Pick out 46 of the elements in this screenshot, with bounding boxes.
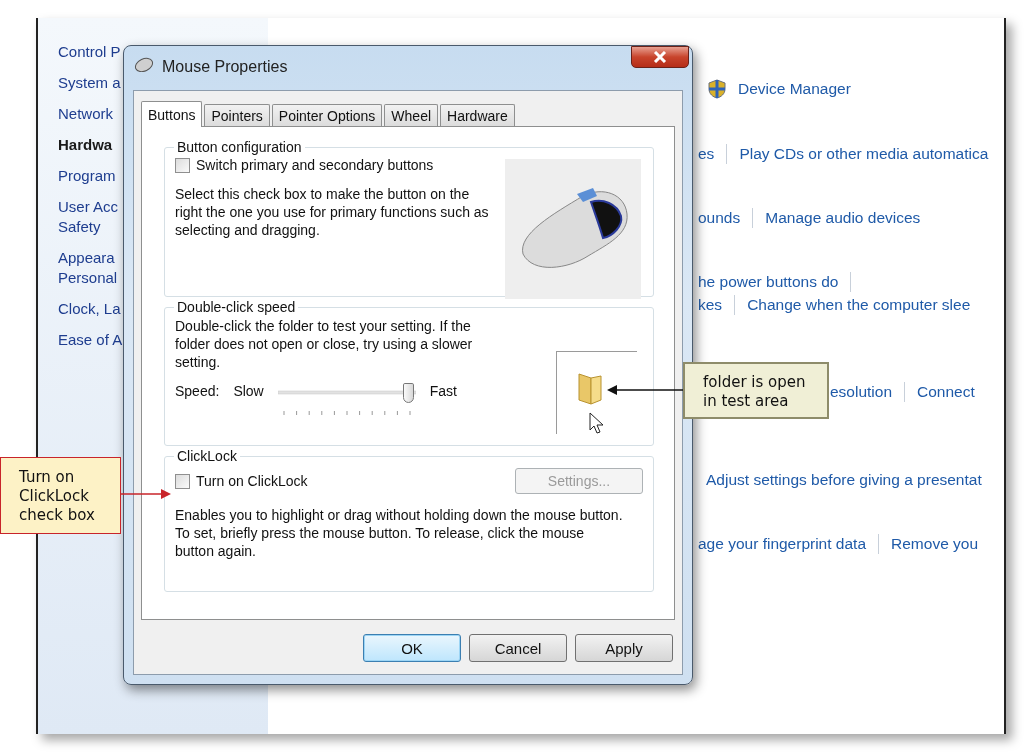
folder-icon[interactable] (575, 370, 603, 406)
task-link[interactable]: Change when the computer slee (747, 296, 971, 314)
checkbox-label[interactable]: Turn on ClickLock (196, 473, 308, 489)
tab[interactable]: Pointers (204, 104, 270, 126)
speed-label: Speed: (175, 383, 220, 399)
group-title: ClickLock (176, 448, 238, 464)
fast-label: Fast (429, 383, 457, 399)
dialog-button[interactable]: Apply (575, 634, 673, 662)
description-text: Enables you to highlight or drag without holding down the mouse button. To set, briefly press the mouse button. To release, click the mouse button again. (175, 506, 624, 560)
task-link[interactable]: Connect (917, 383, 975, 401)
task-link[interactable]: age your fingerprint data (698, 535, 867, 553)
task-link[interactable]: es (698, 145, 715, 163)
task-link[interactable]: kes (698, 296, 723, 314)
group-title: Double-click speed (176, 299, 297, 315)
task-link[interactable]: Device Manager (738, 80, 851, 98)
callout: Turn on ClickLock check box (0, 457, 121, 534)
task-link[interactable]: Remove you (891, 535, 979, 553)
task-link[interactable]: Adjust settings before giving a presentat (706, 471, 982, 489)
task-link[interactable]: Manage audio devices (765, 209, 921, 227)
group-title: Button configuration (176, 139, 303, 155)
description-text: Double-click the folder to test your setting. If the folder does not open or close, try using a slower setting. (175, 317, 474, 371)
dialog-button[interactable]: Cancel (469, 634, 567, 662)
shield-icon (708, 79, 726, 99)
tab[interactable]: Wheel (384, 104, 439, 126)
cursor-icon (589, 412, 605, 436)
tab[interactable]: Pointer Options (271, 104, 383, 126)
close-icon (653, 51, 667, 63)
dialog-button[interactable]: OK (363, 634, 461, 662)
slow-label: Slow (233, 383, 264, 399)
checkbox[interactable] (175, 473, 190, 489)
task-link[interactable]: ounds (698, 209, 741, 227)
task-link[interactable]: Play CDs or other media automatica (739, 145, 989, 163)
speed-slider[interactable] (277, 383, 416, 417)
task-link[interactable]: he power buttons do (698, 273, 839, 291)
description-text: Select this check box to make the button on the right the one you use for primary functions such as selecting and dragging. (175, 185, 490, 239)
close-button[interactable] (631, 46, 689, 68)
tab[interactable]: Hardware (440, 104, 515, 126)
window-title: Mouse Properties (162, 58, 288, 76)
slider-thumb[interactable] (402, 383, 414, 403)
checkbox-label[interactable]: Switch primary and secondary buttons (196, 157, 434, 173)
checkbox[interactable] (175, 157, 190, 173)
mouse-icon (134, 56, 154, 72)
callout: folder is open in test area (683, 362, 829, 419)
callout-arrow (121, 489, 171, 499)
tab[interactable]: Buttons (141, 101, 203, 127)
task-link[interactable]: esolution (830, 383, 893, 401)
